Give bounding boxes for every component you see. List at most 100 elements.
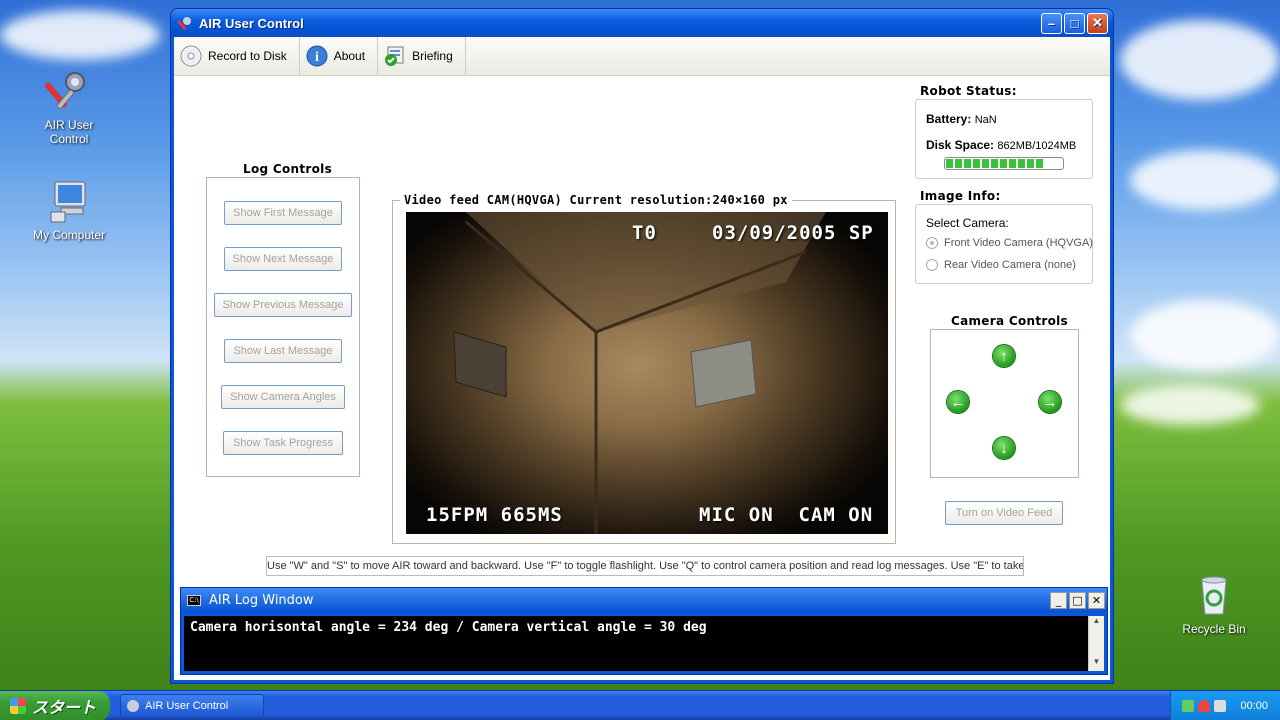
about-label: About bbox=[333, 49, 366, 63]
info-icon: i bbox=[306, 45, 328, 67]
log-controls-panel: Show First Message Show Next Message Sho… bbox=[206, 177, 360, 477]
arrow-up-icon: ↑ bbox=[1000, 347, 1008, 365]
disk-value: 862MB/1024MB bbox=[997, 140, 1077, 152]
log-controls-title: Log Controls bbox=[243, 162, 333, 176]
video-feed: T0 03/09/2005 SP 15FPM 665MS MIC ON CAM … bbox=[406, 212, 888, 534]
desktop-icon-label: Recycle Bin bbox=[1182, 622, 1246, 636]
scroll-down-icon[interactable]: ▼ bbox=[1089, 657, 1104, 671]
log-window[interactable]: C:\ AIR Log Window _ □ ✕ Camera horisont… bbox=[180, 587, 1108, 675]
desktop-icon-label: Control bbox=[49, 132, 89, 146]
window-client-area: Record to Disk i About Briefing Log Cont… bbox=[174, 37, 1110, 680]
log-output: Camera horisontal angle = 234 deg / Came… bbox=[184, 616, 1089, 671]
osd-framerate: 15FPM 665MS bbox=[426, 504, 563, 526]
camera-option-label: Front Video Camera (HQVGA) bbox=[944, 237, 1093, 249]
about-button[interactable]: i About bbox=[300, 37, 379, 75]
radio-rear-camera[interactable] bbox=[926, 259, 938, 272]
desktop-icon-label: AIR User bbox=[44, 118, 94, 132]
battery-row: Battery: NaN bbox=[926, 112, 997, 126]
disc-icon bbox=[180, 45, 202, 67]
disk-progress-fill bbox=[946, 159, 1044, 168]
camera-option-front[interactable]: Front Video Camera (HQVGA) bbox=[926, 237, 1093, 250]
recycle-bin-icon bbox=[1190, 570, 1238, 618]
show-task-progress-button[interactable]: Show Task Progress bbox=[223, 431, 343, 455]
main-window[interactable]: AIR User Control – □ ✕ Record to Disk i … bbox=[170, 8, 1114, 684]
show-previous-message-button[interactable]: Show Previous Message bbox=[214, 293, 352, 317]
volume-icon[interactable] bbox=[1214, 700, 1227, 712]
log-scrollbar[interactable]: ▲ ▼ bbox=[1088, 616, 1104, 671]
show-camera-angles-button[interactable]: Show Camera Angles bbox=[221, 385, 345, 409]
disk-progress-bar bbox=[944, 157, 1064, 170]
arrow-right-icon: → bbox=[1042, 393, 1058, 411]
camera-controls-panel: ↑ ← → ↓ bbox=[930, 329, 1079, 478]
system-tray: 00:00 bbox=[1170, 691, 1280, 720]
camera-option-rear[interactable]: Rear Video Camera (none) bbox=[926, 259, 1076, 272]
desktop-icon-recycle-bin[interactable]: Recycle Bin bbox=[1169, 570, 1259, 636]
toolbar: Record to Disk i About Briefing bbox=[174, 37, 1110, 76]
radio-front-camera[interactable] bbox=[926, 237, 938, 250]
turn-on-video-feed-button[interactable]: Turn on Video Feed bbox=[945, 501, 1063, 525]
briefing-label: Briefing bbox=[412, 49, 453, 63]
camera-right-button[interactable]: → bbox=[1039, 391, 1061, 413]
image-info-title: Image Info: bbox=[920, 189, 1001, 203]
arrow-down-icon: ↓ bbox=[1000, 439, 1008, 457]
log-close-button[interactable]: ✕ bbox=[1088, 591, 1105, 609]
camera-down-button[interactable]: ↓ bbox=[993, 437, 1015, 459]
disk-row: Disk Space: 862MB/1024MB bbox=[926, 138, 1076, 152]
taskbar-item-label: AIR User Control bbox=[145, 700, 229, 712]
maximize-icon: □ bbox=[1070, 15, 1079, 31]
start-button[interactable]: スタート bbox=[0, 691, 110, 720]
app-icon bbox=[177, 15, 193, 31]
show-next-message-button[interactable]: Show Next Message bbox=[224, 247, 342, 271]
shield-icon[interactable] bbox=[1198, 700, 1211, 712]
taskbar-item-air-user-control[interactable]: AIR User Control bbox=[120, 694, 264, 718]
window-title: AIR User Control bbox=[199, 15, 304, 31]
show-first-message-button[interactable]: Show First Message bbox=[224, 201, 342, 225]
svg-text:i: i bbox=[315, 50, 319, 65]
app-icon bbox=[127, 700, 139, 712]
arrow-left-icon: ← bbox=[950, 393, 966, 411]
console-icon: C:\ bbox=[187, 594, 201, 606]
disk-label: Disk Space: bbox=[926, 138, 995, 152]
select-camera-label: Select Camera: bbox=[926, 216, 1009, 230]
controls-hint: Use "W" and "S" to move AIR toward and b… bbox=[266, 556, 1024, 576]
desktop-icon-label: My Computer bbox=[32, 228, 106, 242]
record-to-disk-label: Record to Disk bbox=[208, 49, 287, 63]
wrench-screwdriver-icon bbox=[44, 66, 93, 114]
start-label: スタート bbox=[32, 700, 97, 717]
camera-left-button[interactable]: ← bbox=[947, 391, 969, 413]
taskbar: スタート AIR User Control 00:00 bbox=[0, 690, 1280, 720]
window-titlebar[interactable]: AIR User Control – □ ✕ bbox=[171, 9, 1113, 37]
camera-controls-title: Camera Controls bbox=[951, 314, 1068, 328]
desktop-icon-air-user-control[interactable]: AIR User Control bbox=[24, 66, 114, 146]
record-to-disk-button[interactable]: Record to Disk bbox=[174, 37, 300, 75]
minimize-button[interactable]: – bbox=[1041, 12, 1062, 34]
video-feed-title: Video feed CAM(HQVGA) Current resolution… bbox=[400, 193, 792, 207]
briefing-button[interactable]: Briefing bbox=[378, 37, 466, 75]
robot-status-title: Robot Status: bbox=[920, 84, 1017, 98]
log-maximize-button[interactable]: □ bbox=[1069, 591, 1086, 609]
close-icon: ✕ bbox=[1092, 15, 1103, 30]
battery-label: Battery: bbox=[926, 112, 972, 126]
log-window-titlebar[interactable]: C:\ AIR Log Window _ □ ✕ bbox=[181, 588, 1107, 612]
camera-up-button[interactable]: ↑ bbox=[993, 345, 1015, 367]
network-icon[interactable] bbox=[1182, 700, 1195, 712]
osd-channel: T0 bbox=[632, 222, 657, 244]
maximize-button[interactable]: □ bbox=[1064, 12, 1085, 34]
log-message: Camera horisontal angle = 234 deg / Came… bbox=[190, 620, 707, 635]
desktop-icon-my-computer[interactable]: My Computer bbox=[24, 176, 114, 242]
computer-icon bbox=[45, 176, 93, 224]
show-last-message-button[interactable]: Show Last Message bbox=[224, 339, 342, 363]
close-icon: ✕ bbox=[1091, 593, 1102, 607]
clock: 00:00 bbox=[1240, 700, 1268, 712]
robot-status-panel: Battery: NaN Disk Space: 862MB/1024MB bbox=[915, 99, 1093, 179]
osd-mic-cam: MIC ON CAM ON bbox=[699, 504, 874, 526]
close-button[interactable]: ✕ bbox=[1087, 12, 1108, 34]
log-minimize-button[interactable]: _ bbox=[1050, 591, 1067, 609]
camera-option-label: Rear Video Camera (none) bbox=[944, 259, 1076, 271]
room-scene bbox=[453, 212, 826, 534]
minimize-icon: _ bbox=[1055, 593, 1062, 607]
osd-date: 03/09/2005 SP bbox=[712, 222, 874, 244]
image-info-panel: Select Camera: Front Video Camera (HQVGA… bbox=[915, 204, 1093, 284]
battery-value: NaN bbox=[974, 114, 997, 126]
scroll-up-icon[interactable]: ▲ bbox=[1089, 616, 1104, 630]
